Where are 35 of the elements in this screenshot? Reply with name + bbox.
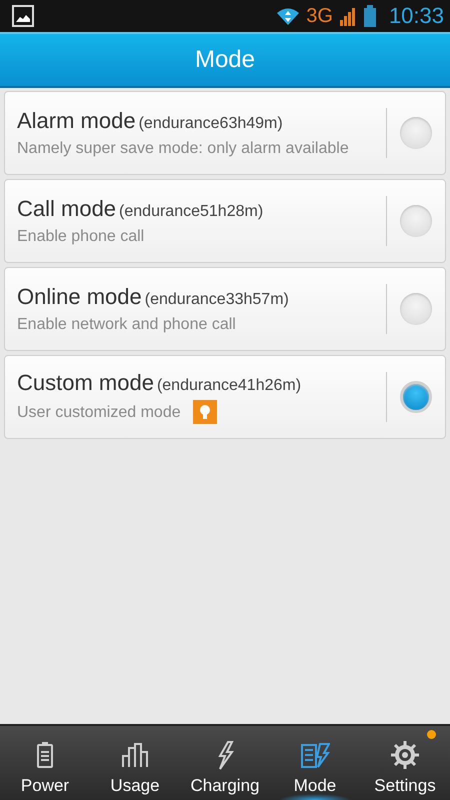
endurance-text: (endurance41h26m)	[156, 377, 302, 395]
bar-chart-icon	[120, 740, 150, 770]
radio-button[interactable]	[400, 293, 432, 325]
battery-icon	[362, 5, 377, 27]
signal-icon	[338, 6, 357, 26]
picture-icon	[12, 5, 34, 27]
network-type: 3G	[306, 4, 333, 28]
nav-tab[interactable]: Power	[0, 726, 90, 800]
endurance-text: (endurance33h57m)	[144, 290, 289, 308]
radio-button[interactable]	[400, 381, 432, 413]
mode-description: Enable network and phone call	[17, 314, 236, 334]
lightbulb-icon[interactable]	[192, 400, 217, 424]
wifi-icon	[276, 7, 300, 25]
endurance-text: (endurance51h28m)	[119, 202, 264, 220]
mode-description: User customized mode	[17, 402, 181, 422]
radio-button[interactable]	[400, 205, 432, 237]
mode-description: Namely super save mode: only alarm available	[17, 138, 349, 158]
settings-icon	[390, 740, 420, 770]
mode-name: Alarm mode	[17, 108, 136, 134]
mode-name: Call mode	[17, 196, 116, 222]
mode-name: Custom mode	[17, 370, 154, 396]
mode-card[interactable]: Alarm mode(endurance63h49m) Namely super save mode: only alarm available	[4, 91, 446, 175]
radio-button[interactable]	[400, 117, 432, 149]
nav-tab[interactable]: Charging	[180, 726, 270, 800]
mode-card[interactable]: Call mode(endurance51h28m) Enable phone call	[4, 179, 446, 263]
mode-card[interactable]: Online mode(endurance33h57m) Enable network and phone call	[4, 267, 446, 351]
mode-description: Enable phone call	[17, 226, 144, 246]
mode-name: Online mode	[17, 284, 142, 310]
screen-title: Mode	[194, 46, 256, 74]
endurance-text: (endurance63h49m)	[138, 114, 283, 132]
mode-card[interactable]: Custom mode(endurance41h26m) User customized mode	[4, 355, 446, 439]
list-lightning-icon	[300, 740, 330, 770]
nav-tab[interactable]: Usage	[90, 726, 180, 800]
clock: 10:33	[388, 3, 444, 29]
nav-tab[interactable]: Settings	[360, 726, 450, 800]
